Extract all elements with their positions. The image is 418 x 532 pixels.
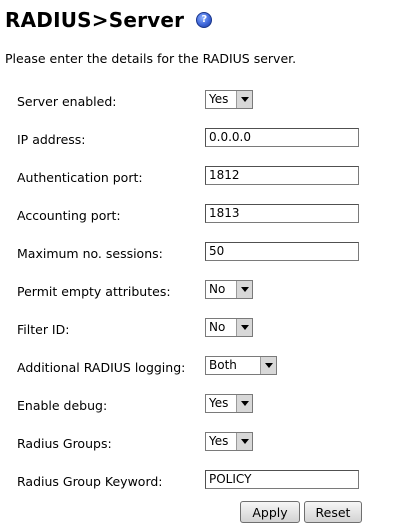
reset-button[interactable]: Reset [304,501,362,523]
chevron-down-icon[interactable] [236,433,252,450]
accounting-port-input[interactable]: 1813 [205,204,359,223]
enable-debug-value: Yes [209,396,229,410]
enable-debug-select[interactable]: Yes [205,394,253,413]
authentication-port-input[interactable]: 1812 [205,166,359,185]
row-accounting-port: Accounting port: 1813 [0,204,418,228]
row-filter-id: Filter ID: No [0,318,418,342]
maximum-sessions-input[interactable]: 50 [205,242,359,261]
server-enabled-select[interactable]: Yes [205,90,253,109]
radius-groups-select[interactable]: Yes [205,432,253,451]
apply-button[interactable]: Apply [240,501,300,523]
row-authentication-port: Authentication port: 1812 [0,166,418,190]
additional-radius-logging-label: Additional RADIUS logging: [17,360,186,375]
row-additional-radius-logging: Additional RADIUS logging: Both [0,356,418,380]
chevron-down-icon[interactable] [236,395,252,412]
row-ip-address: IP address: 0.0.0.0 [0,128,418,152]
ip-address-label: IP address: [17,132,86,147]
row-maximum-sessions: Maximum no. sessions: 50 [0,242,418,266]
authentication-port-label: Authentication port: [17,170,143,185]
enable-debug-label: Enable debug: [17,398,108,413]
chevron-down-icon[interactable] [260,357,276,374]
maximum-sessions-label: Maximum no. sessions: [17,246,163,261]
server-enabled-value: Yes [209,92,229,106]
intro-text: Please enter the details for the RADIUS … [5,51,297,66]
title-row: RADIUS>Server ? [5,6,213,34]
row-permit-empty-attributes: Permit empty attributes: No [0,280,418,304]
row-enable-debug: Enable debug: Yes [0,394,418,418]
chevron-down-icon[interactable] [236,91,252,108]
radius-group-keyword-input[interactable]: POLICY [205,470,359,489]
help-icon[interactable]: ? [196,12,213,28]
radius-groups-label: Radius Groups: [17,436,112,451]
radius-groups-value: Yes [209,434,229,448]
filter-id-value: No [209,320,226,334]
row-server-enabled: Server enabled: Yes [0,90,418,114]
page-title: RADIUS>Server [5,8,185,32]
row-radius-group-keyword: Radius Group Keyword: POLICY [0,470,418,494]
permit-empty-attributes-select[interactable]: No [205,280,253,299]
additional-radius-logging-select[interactable]: Both [205,356,277,375]
additional-radius-logging-value: Both [209,358,237,372]
row-radius-groups: Radius Groups: Yes [0,432,418,456]
server-enabled-label: Server enabled: [17,94,117,109]
filter-id-label: Filter ID: [17,322,70,337]
accounting-port-label: Accounting port: [17,208,121,223]
ip-address-input[interactable]: 0.0.0.0 [205,128,359,147]
chevron-down-icon[interactable] [236,281,252,298]
filter-id-select[interactable]: No [205,318,253,337]
radius-group-keyword-label: Radius Group Keyword: [17,474,163,489]
chevron-down-icon[interactable] [236,319,252,336]
permit-empty-attributes-label: Permit empty attributes: [17,284,171,299]
permit-empty-attributes-value: No [209,282,226,296]
